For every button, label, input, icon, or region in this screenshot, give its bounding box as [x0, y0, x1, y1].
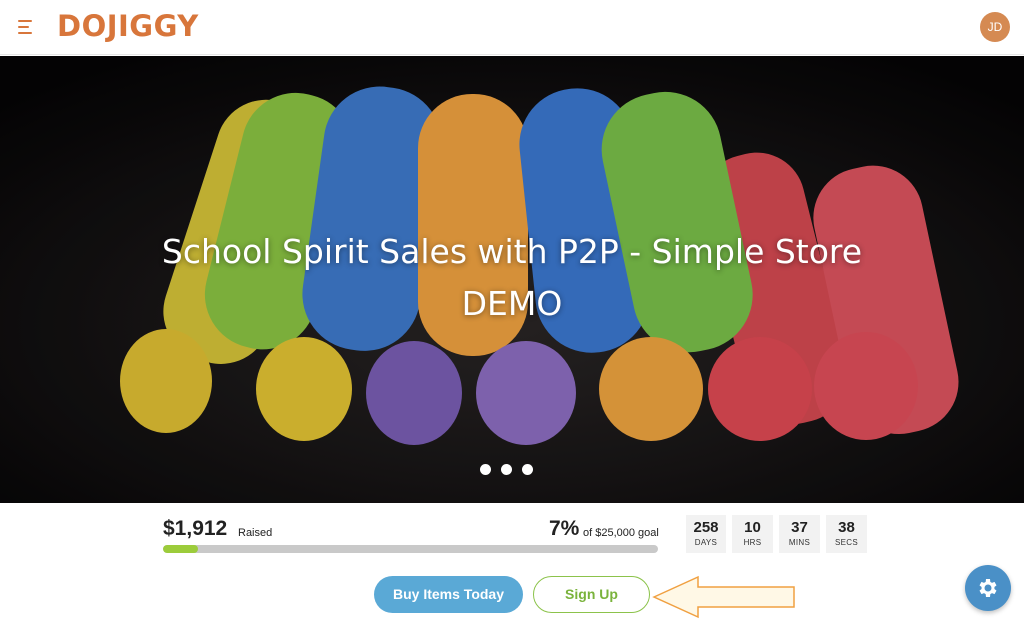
countdown-minutes: 37 MINS [779, 515, 820, 553]
progress-fill [163, 545, 198, 553]
countdown-label: HRS [743, 538, 762, 547]
raised-amount: $1,912 [163, 517, 228, 540]
carousel-dots [480, 464, 533, 475]
goal-percent: 7% [549, 517, 580, 540]
countdown-value: 258 [693, 519, 719, 536]
countdown-label: MINS [788, 538, 811, 547]
buy-items-button[interactable]: Buy Items Today [374, 576, 523, 613]
carousel-dot-3[interactable] [522, 464, 533, 475]
countdown-days: 258 DAYS [686, 515, 726, 553]
goal-text: of $25,000 goal [583, 527, 659, 539]
sign-up-button[interactable]: Sign Up [533, 576, 650, 613]
countdown-value: 10 [744, 519, 761, 536]
top-bar: DOJIGGY JD [0, 0, 1024, 55]
hero-banner: School Spirit Sales with P2P - Simple St… [0, 56, 1024, 503]
raised-label: Raised [238, 527, 273, 539]
progress-bar [163, 545, 658, 553]
gear-icon [979, 579, 997, 597]
arrow-annotation-icon [652, 575, 795, 619]
countdown-label: SECS [835, 538, 858, 547]
carousel-dot-1[interactable] [480, 464, 491, 475]
menu-icon[interactable] [18, 17, 40, 37]
hero-title: School Spirit Sales with P2P - Simple St… [161, 232, 863, 323]
logo[interactable]: DOJIGGY [57, 9, 199, 43]
carousel-dot-2[interactable] [501, 464, 512, 475]
countdown-timer: 258 DAYS 10 HRS 37 MINS 38 SECS [686, 515, 867, 553]
countdown-value: 37 [791, 519, 808, 536]
countdown-hours: 10 HRS [732, 515, 773, 553]
settings-button[interactable] [965, 565, 1011, 611]
countdown-label: DAYS [694, 538, 718, 547]
countdown-value: 38 [838, 519, 855, 536]
campaign-stats: $1,912 Raised 7% of $25,000 goal 258 DAY… [0, 503, 1024, 622]
countdown-seconds: 38 SECS [826, 515, 867, 553]
avatar[interactable]: JD [980, 12, 1010, 42]
